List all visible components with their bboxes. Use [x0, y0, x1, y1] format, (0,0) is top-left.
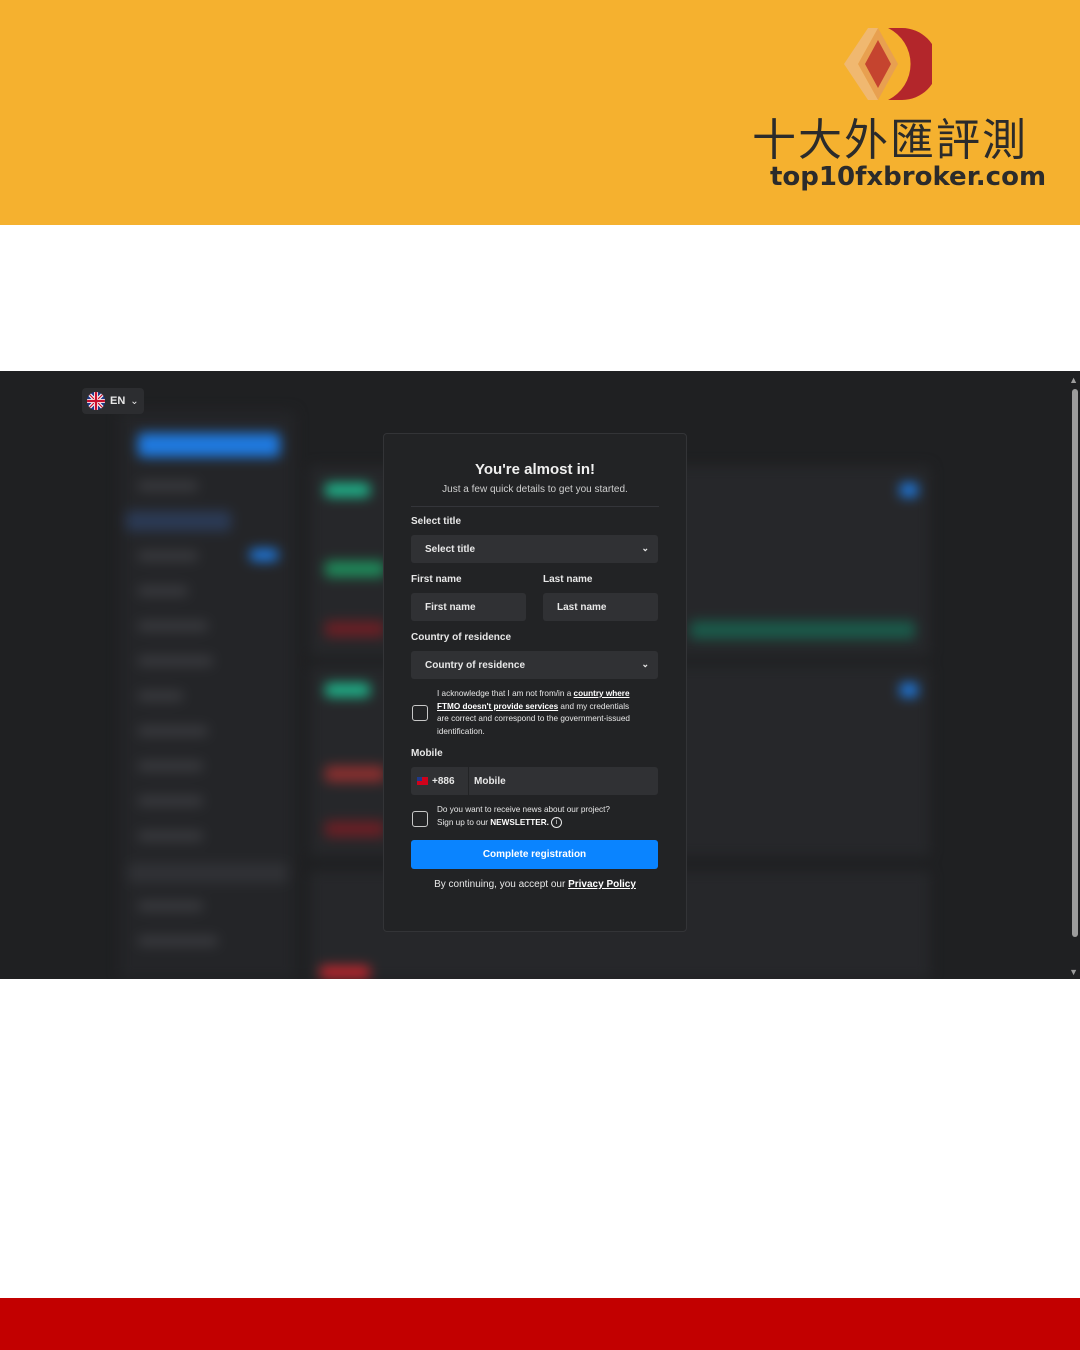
mobile-label: Mobile — [411, 748, 443, 759]
mobile-input[interactable]: Mobile — [474, 767, 506, 795]
first-name-placeholder: First name — [425, 601, 476, 613]
consent-text: By continuing, you accept our Privacy Po… — [434, 879, 636, 890]
language-selector[interactable]: EN ⌄ — [82, 388, 144, 414]
divider — [411, 506, 659, 507]
mobile-placeholder: Mobile — [474, 775, 506, 787]
brand-logo-icon — [844, 28, 932, 100]
scroll-thumb[interactable] — [1072, 389, 1078, 937]
scroll-up-arrow-icon[interactable]: ▲ — [1069, 375, 1078, 385]
chevron-down-icon: ⌄ — [130, 395, 139, 407]
scrollbar[interactable]: ▲ ▼ — [1068, 371, 1080, 979]
last-name-placeholder: Last name — [557, 601, 607, 613]
modal-subtitle: Just a few quick details to get you star… — [442, 484, 628, 495]
select-title-label: Select title — [411, 516, 462, 527]
first-name-label: First name — [411, 574, 462, 585]
last-name-label: Last name — [543, 574, 593, 585]
modal-title: You're almost in! — [475, 461, 595, 478]
newsletter-checkbox[interactable] — [412, 811, 428, 827]
uk-flag-icon — [87, 392, 105, 410]
country-code-value: +886 — [432, 775, 455, 787]
country-select[interactable]: Country of residence ⌄ — [411, 651, 658, 679]
title-select-value: Select title — [425, 543, 476, 555]
last-name-input[interactable]: Last name — [543, 593, 658, 621]
screenshot-area: EN ⌄ You're almost in! Just a few quick … — [0, 371, 1080, 979]
info-icon[interactable]: i — [550, 816, 562, 828]
mobile-field: +886 Mobile — [411, 767, 658, 795]
title-select[interactable]: Select title ⌄ — [411, 535, 658, 563]
brand-name-cn: 十大外匯評測 — [752, 115, 1028, 166]
country-code-select[interactable]: +886 — [411, 767, 469, 795]
country-select-value: Country of residence — [425, 659, 526, 671]
acknowledge-checkbox[interactable] — [412, 705, 428, 721]
chevron-down-icon: ⌄ — [641, 543, 649, 553]
footer-bar — [0, 1298, 1080, 1350]
newsletter-text: Do you want to receive news about our pr… — [437, 805, 610, 828]
registration-modal: You're almost in! Just a few quick detai… — [383, 433, 687, 932]
chevron-down-icon: ⌄ — [641, 659, 649, 669]
acknowledge-text: I acknowledge that I am not from/in a co… — [437, 689, 630, 736]
brand-banner: 十大外匯評測 top10fxbroker.com — [0, 0, 1080, 225]
first-name-input[interactable]: First name — [411, 593, 526, 621]
language-code: EN — [110, 395, 126, 407]
scroll-down-arrow-icon[interactable]: ▼ — [1069, 967, 1078, 977]
country-label: Country of residence — [411, 632, 512, 643]
privacy-policy-link[interactable]: Privacy Policy — [568, 879, 636, 890]
brand-url: top10fxbroker.com — [770, 162, 1047, 192]
taiwan-flag-icon — [417, 777, 428, 785]
complete-registration-button[interactable]: Complete registration — [411, 840, 658, 869]
